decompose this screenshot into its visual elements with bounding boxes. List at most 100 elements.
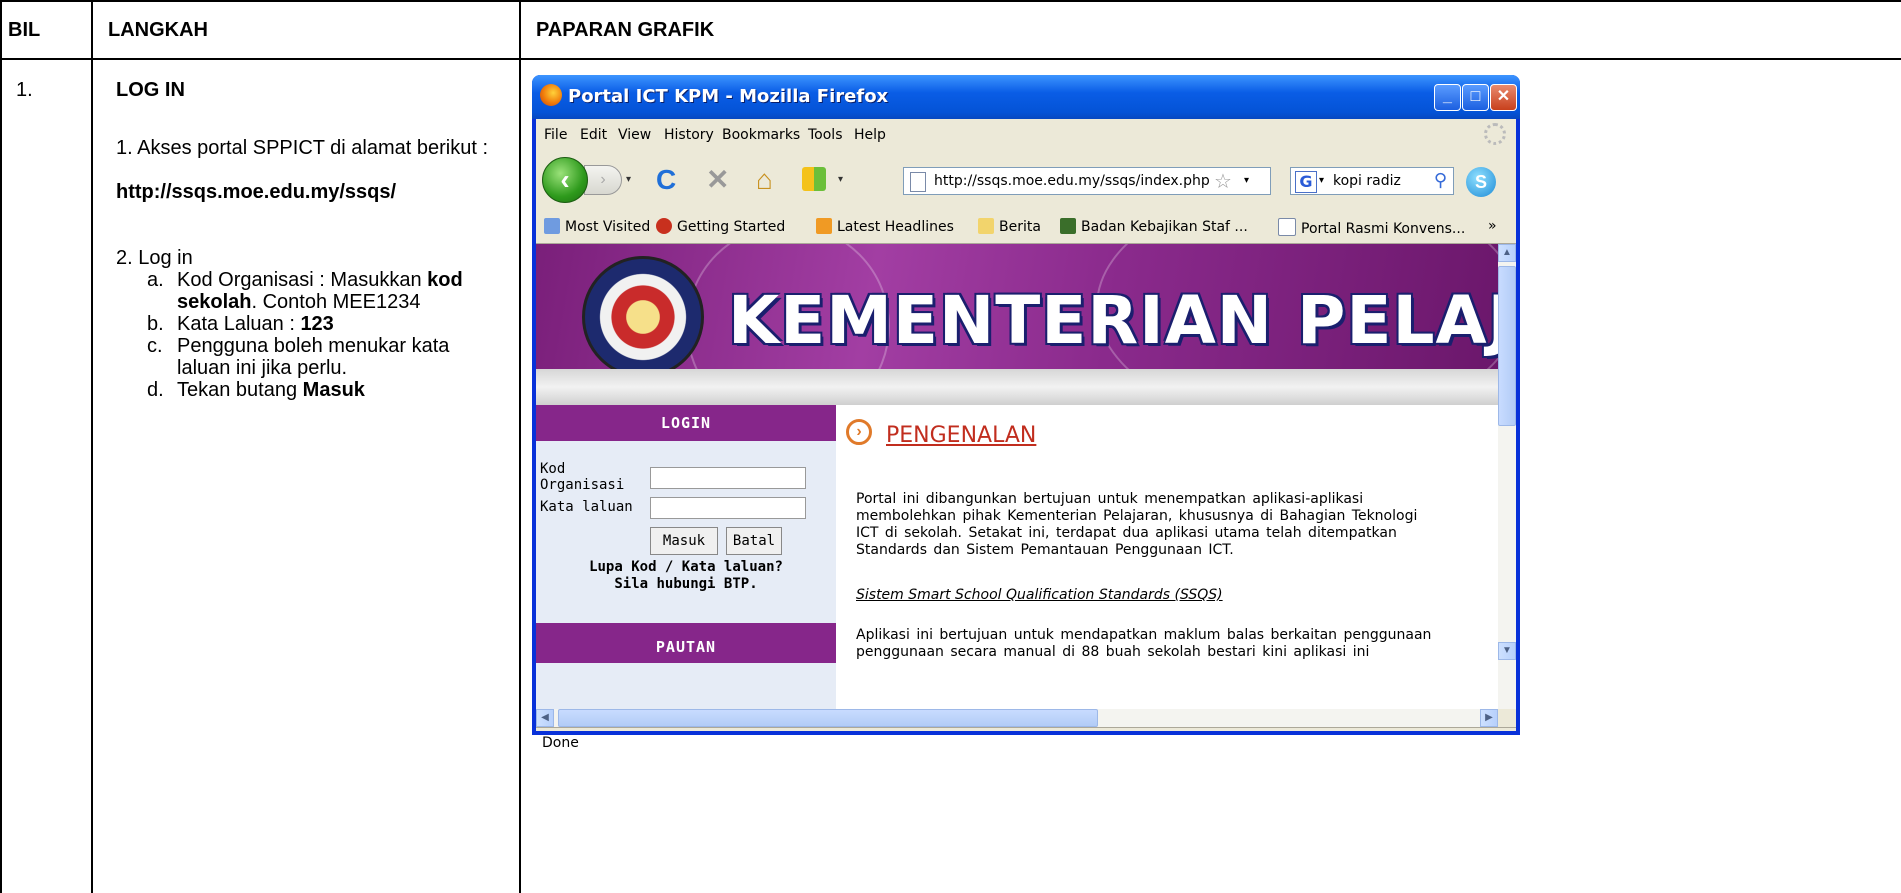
login-panel: LOGIN Kod Organisasi Kata laluan Masuk B… xyxy=(536,405,836,709)
rss-feed-icon xyxy=(816,218,832,234)
reload-button[interactable]: C xyxy=(656,165,676,195)
bookmarks-toolbar: Most Visited Getting Started Latest Head… xyxy=(536,211,1516,244)
row-number: 1. xyxy=(16,79,33,101)
batal-button[interactable]: Batal xyxy=(726,527,782,555)
menu-file[interactable]: File xyxy=(544,127,567,143)
web-slices-icon[interactable] xyxy=(802,167,826,191)
horizontal-scrollbar[interactable]: ◀ ▶ xyxy=(536,709,1498,727)
forward-button[interactable]: › xyxy=(584,165,622,195)
table-col2-border xyxy=(519,0,521,893)
bookmarks-overflow-chevron[interactable]: » xyxy=(1488,218,1497,234)
ministry-logo xyxy=(582,256,704,369)
horizontal-scroll-thumb[interactable] xyxy=(558,709,1098,727)
firefox-bookmark-icon xyxy=(656,218,672,234)
password-label: Kata laluan xyxy=(540,499,633,515)
intro-line: Standards dan Sistem Pemantauan Pengguna… xyxy=(856,542,1234,558)
org-code-label: Kod Organisasi xyxy=(540,461,625,493)
maximize-button[interactable]: □ xyxy=(1462,84,1489,111)
site-icon xyxy=(1060,218,1076,234)
password-input[interactable] xyxy=(650,497,806,519)
close-button[interactable]: ✕ xyxy=(1490,84,1517,111)
search-box[interactable]: G ▾ kopi radiz ⚲ xyxy=(1290,167,1454,195)
menu-edit[interactable]: Edit xyxy=(580,127,607,143)
masuk-button[interactable]: Masuk xyxy=(650,527,718,555)
step-heading: LOG IN xyxy=(116,79,185,101)
bookmark-badan-kebajikan[interactable]: Badan Kebajikan Staf ... xyxy=(1060,218,1248,235)
header-paparan-grafik: PAPARAN GRAFIK xyxy=(536,19,715,41)
menu-history[interactable]: History xyxy=(664,127,714,143)
menu-bookmarks[interactable]: Bookmarks xyxy=(722,127,800,143)
bookmark-berita[interactable]: Berita xyxy=(978,218,1041,235)
substep-b: b. Kata Laluan : 123 xyxy=(147,313,334,335)
scroll-right-arrow-icon[interactable]: ▶ xyxy=(1480,709,1498,727)
menu-bar: File Edit View History Bookmarks Tools H… xyxy=(536,119,1516,149)
vertical-scroll-thumb[interactable] xyxy=(1498,266,1516,426)
login-heading: LOGIN xyxy=(536,405,836,441)
substep-c: c. Pengguna boleh menukar kata laluan ini… xyxy=(147,335,450,379)
table-header-border xyxy=(0,58,1901,60)
substep-list: a. Kod Organisasi : Masukkan kod sekolah.… xyxy=(147,269,497,401)
menu-view[interactable]: View xyxy=(618,127,651,143)
status-bar: Done xyxy=(536,727,1516,758)
step-1-url: http://ssqs.moe.edu.my/ssqs/ xyxy=(116,181,397,203)
header-bil: BIL xyxy=(8,19,41,41)
vertical-scrollbar[interactable]: ▲ ▼ xyxy=(1498,244,1516,709)
folder-icon xyxy=(978,218,994,234)
window-titlebar[interactable]: Portal ICT KPM - Mozilla Firefox _ □ ✕ xyxy=(532,75,1520,119)
firefox-window: Portal ICT KPM - Mozilla Firefox _ □ ✕ F… xyxy=(532,75,1520,751)
search-engine-dropdown-icon[interactable]: ▾ xyxy=(1319,168,1324,194)
ssqs-link[interactable]: Sistem Smart School Qualification Standa… xyxy=(856,587,1223,603)
window-title: Portal ICT KPM - Mozilla Firefox xyxy=(568,86,889,107)
scroll-left-arrow-icon[interactable]: ◀ xyxy=(536,709,554,727)
bookmark-getting-started[interactable]: Getting Started xyxy=(656,218,785,235)
ssqs-line: penggunaan secara manual di 88 buah seko… xyxy=(856,644,1370,660)
home-button[interactable]: ⌂ xyxy=(756,165,773,195)
login-help-line2: Sila hubungi BTP. xyxy=(614,576,758,592)
minimize-button[interactable]: _ xyxy=(1434,84,1461,111)
banner-separator xyxy=(536,369,1498,405)
substep-a: a. Kod Organisasi : Masukkan kod sekolah.… xyxy=(147,269,463,313)
slices-dropdown-icon[interactable]: ▾ xyxy=(838,174,843,185)
firefox-icon xyxy=(540,84,562,106)
stop-button[interactable]: ✕ xyxy=(706,165,729,195)
ssqs-line: Aplikasi ini bertujuan untuk mendapatkan… xyxy=(856,627,1432,643)
back-button[interactable]: ‹ xyxy=(542,157,588,203)
history-dropdown-icon[interactable]: ▾ xyxy=(626,174,631,185)
content-panel: › PENGENALAN Portal ini dibangunkan bert… xyxy=(836,405,1498,709)
bookmark-latest-headlines[interactable]: Latest Headlines xyxy=(816,218,954,235)
ministry-banner: KEMENTERIAN PELAJARAN xyxy=(536,244,1498,369)
activity-throbber-icon xyxy=(1484,123,1506,145)
scroll-down-arrow-icon[interactable]: ▼ xyxy=(1498,642,1516,660)
menu-help[interactable]: Help xyxy=(854,127,886,143)
section-title[interactable]: PENGENALAN xyxy=(886,423,1036,448)
bookmark-portal-rasmi[interactable]: Portal Rasmi Konvens... xyxy=(1278,218,1465,237)
search-icon[interactable]: ⚲ xyxy=(1434,168,1447,194)
navigation-toolbar: › ‹ ▾ C ✕ ⌂ ▾ http://ssqs.moe.edu.my/ssq… xyxy=(536,149,1516,211)
address-bar[interactable]: http://ssqs.moe.edu.my/ssqs/index.php ☆ … xyxy=(903,167,1271,195)
intro-line: membolehkan pihak Kementerian Pelajaran,… xyxy=(856,508,1418,524)
org-code-input[interactable] xyxy=(650,467,806,489)
step-1-text: 1. Akses portal SPPICT di alamat berikut… xyxy=(116,137,489,159)
pautan-heading: PAUTAN xyxy=(536,623,836,663)
substep-d: d. Tekan butang Masuk xyxy=(147,379,365,401)
scroll-up-arrow-icon[interactable]: ▲ xyxy=(1498,244,1516,262)
bookmark-most-visited[interactable]: Most Visited xyxy=(544,218,650,235)
page-viewport: KEMENTERIAN PELAJARAN LOGIN Kod Organisa… xyxy=(536,244,1498,709)
table-col1-border xyxy=(91,0,93,893)
skype-icon[interactable]: S xyxy=(1466,167,1496,197)
address-url[interactable]: http://ssqs.moe.edu.my/ssqs/index.php xyxy=(934,168,1214,194)
search-query[interactable]: kopi radiz xyxy=(1333,168,1401,194)
page-icon xyxy=(1278,218,1296,236)
browser-client: File Edit View History Bookmarks Tools H… xyxy=(536,119,1516,751)
status-text: Done xyxy=(542,735,579,751)
login-help-line1: Lupa Kod / Kata laluan? xyxy=(589,559,783,575)
most-visited-icon xyxy=(544,218,560,234)
bookmark-star-icon[interactable]: ☆ xyxy=(1214,168,1232,194)
intro-line: ICT di sekolah. Setakat ini, terdapat du… xyxy=(856,525,1397,541)
menu-tools[interactable]: Tools xyxy=(808,127,843,143)
banner-title: KEMENTERIAN PELAJARAN xyxy=(728,282,1498,359)
address-dropdown-icon[interactable]: ▾ xyxy=(1244,168,1249,194)
table-left-border xyxy=(0,0,2,893)
google-search-engine-icon[interactable]: G xyxy=(1295,171,1317,193)
table-top-border xyxy=(0,0,1901,2)
